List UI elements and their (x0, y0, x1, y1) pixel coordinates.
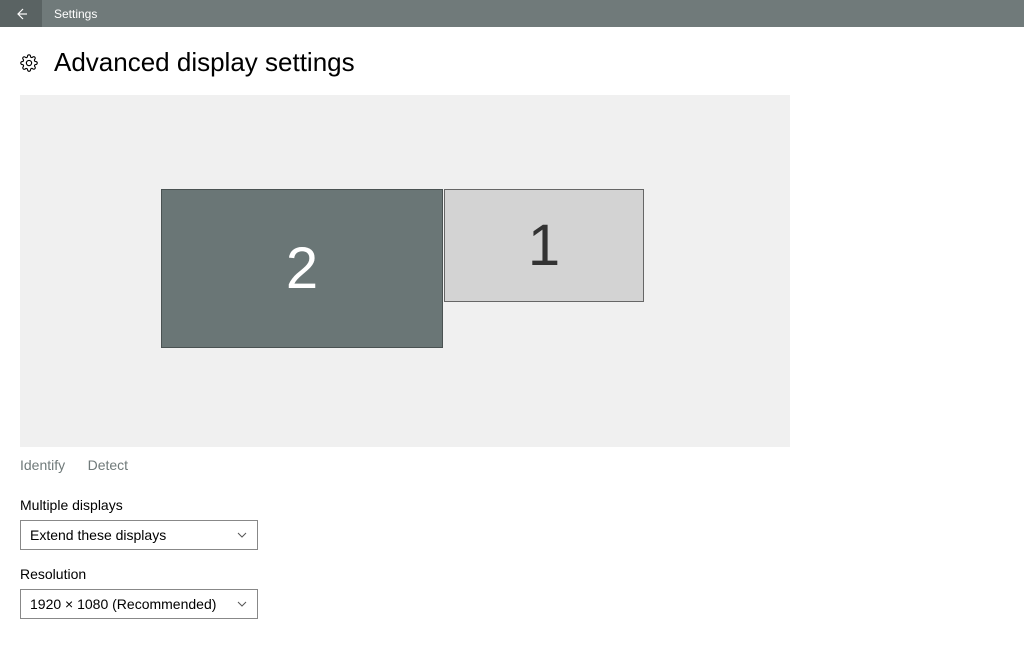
resolution-label: Resolution (20, 566, 1004, 582)
monitor-2[interactable]: 2 (161, 189, 443, 348)
back-button[interactable] (0, 0, 42, 27)
identify-link[interactable]: Identify (20, 457, 65, 473)
page-title: Advanced display settings (54, 47, 355, 78)
detect-link[interactable]: Detect (88, 457, 128, 473)
titlebar: Settings (0, 0, 1024, 27)
back-arrow-icon (13, 6, 29, 22)
resolution-selected: 1920 × 1080 (Recommended) (30, 596, 216, 612)
resolution-dropdown[interactable]: 1920 × 1080 (Recommended) (20, 589, 258, 619)
multiple-displays-selected: Extend these displays (30, 527, 166, 543)
multiple-displays-label: Multiple displays (20, 497, 1004, 513)
chevron-down-icon (236, 598, 248, 610)
multiple-displays-dropdown[interactable]: Extend these displays (20, 520, 258, 550)
multiple-displays-section: Multiple displays Extend these displays (20, 497, 1004, 550)
chevron-down-icon (236, 529, 248, 541)
monitor-1[interactable]: 1 (444, 189, 644, 302)
content-area: Advanced display settings 2 1 Identify D… (0, 27, 1024, 655)
page-header: Advanced display settings (20, 47, 1004, 78)
gear-icon (20, 54, 38, 72)
link-row: Identify Detect (20, 457, 1004, 475)
resolution-section: Resolution 1920 × 1080 (Recommended) (20, 566, 1004, 619)
titlebar-title: Settings (42, 0, 97, 27)
display-arrangement-area[interactable]: 2 1 (20, 95, 790, 447)
